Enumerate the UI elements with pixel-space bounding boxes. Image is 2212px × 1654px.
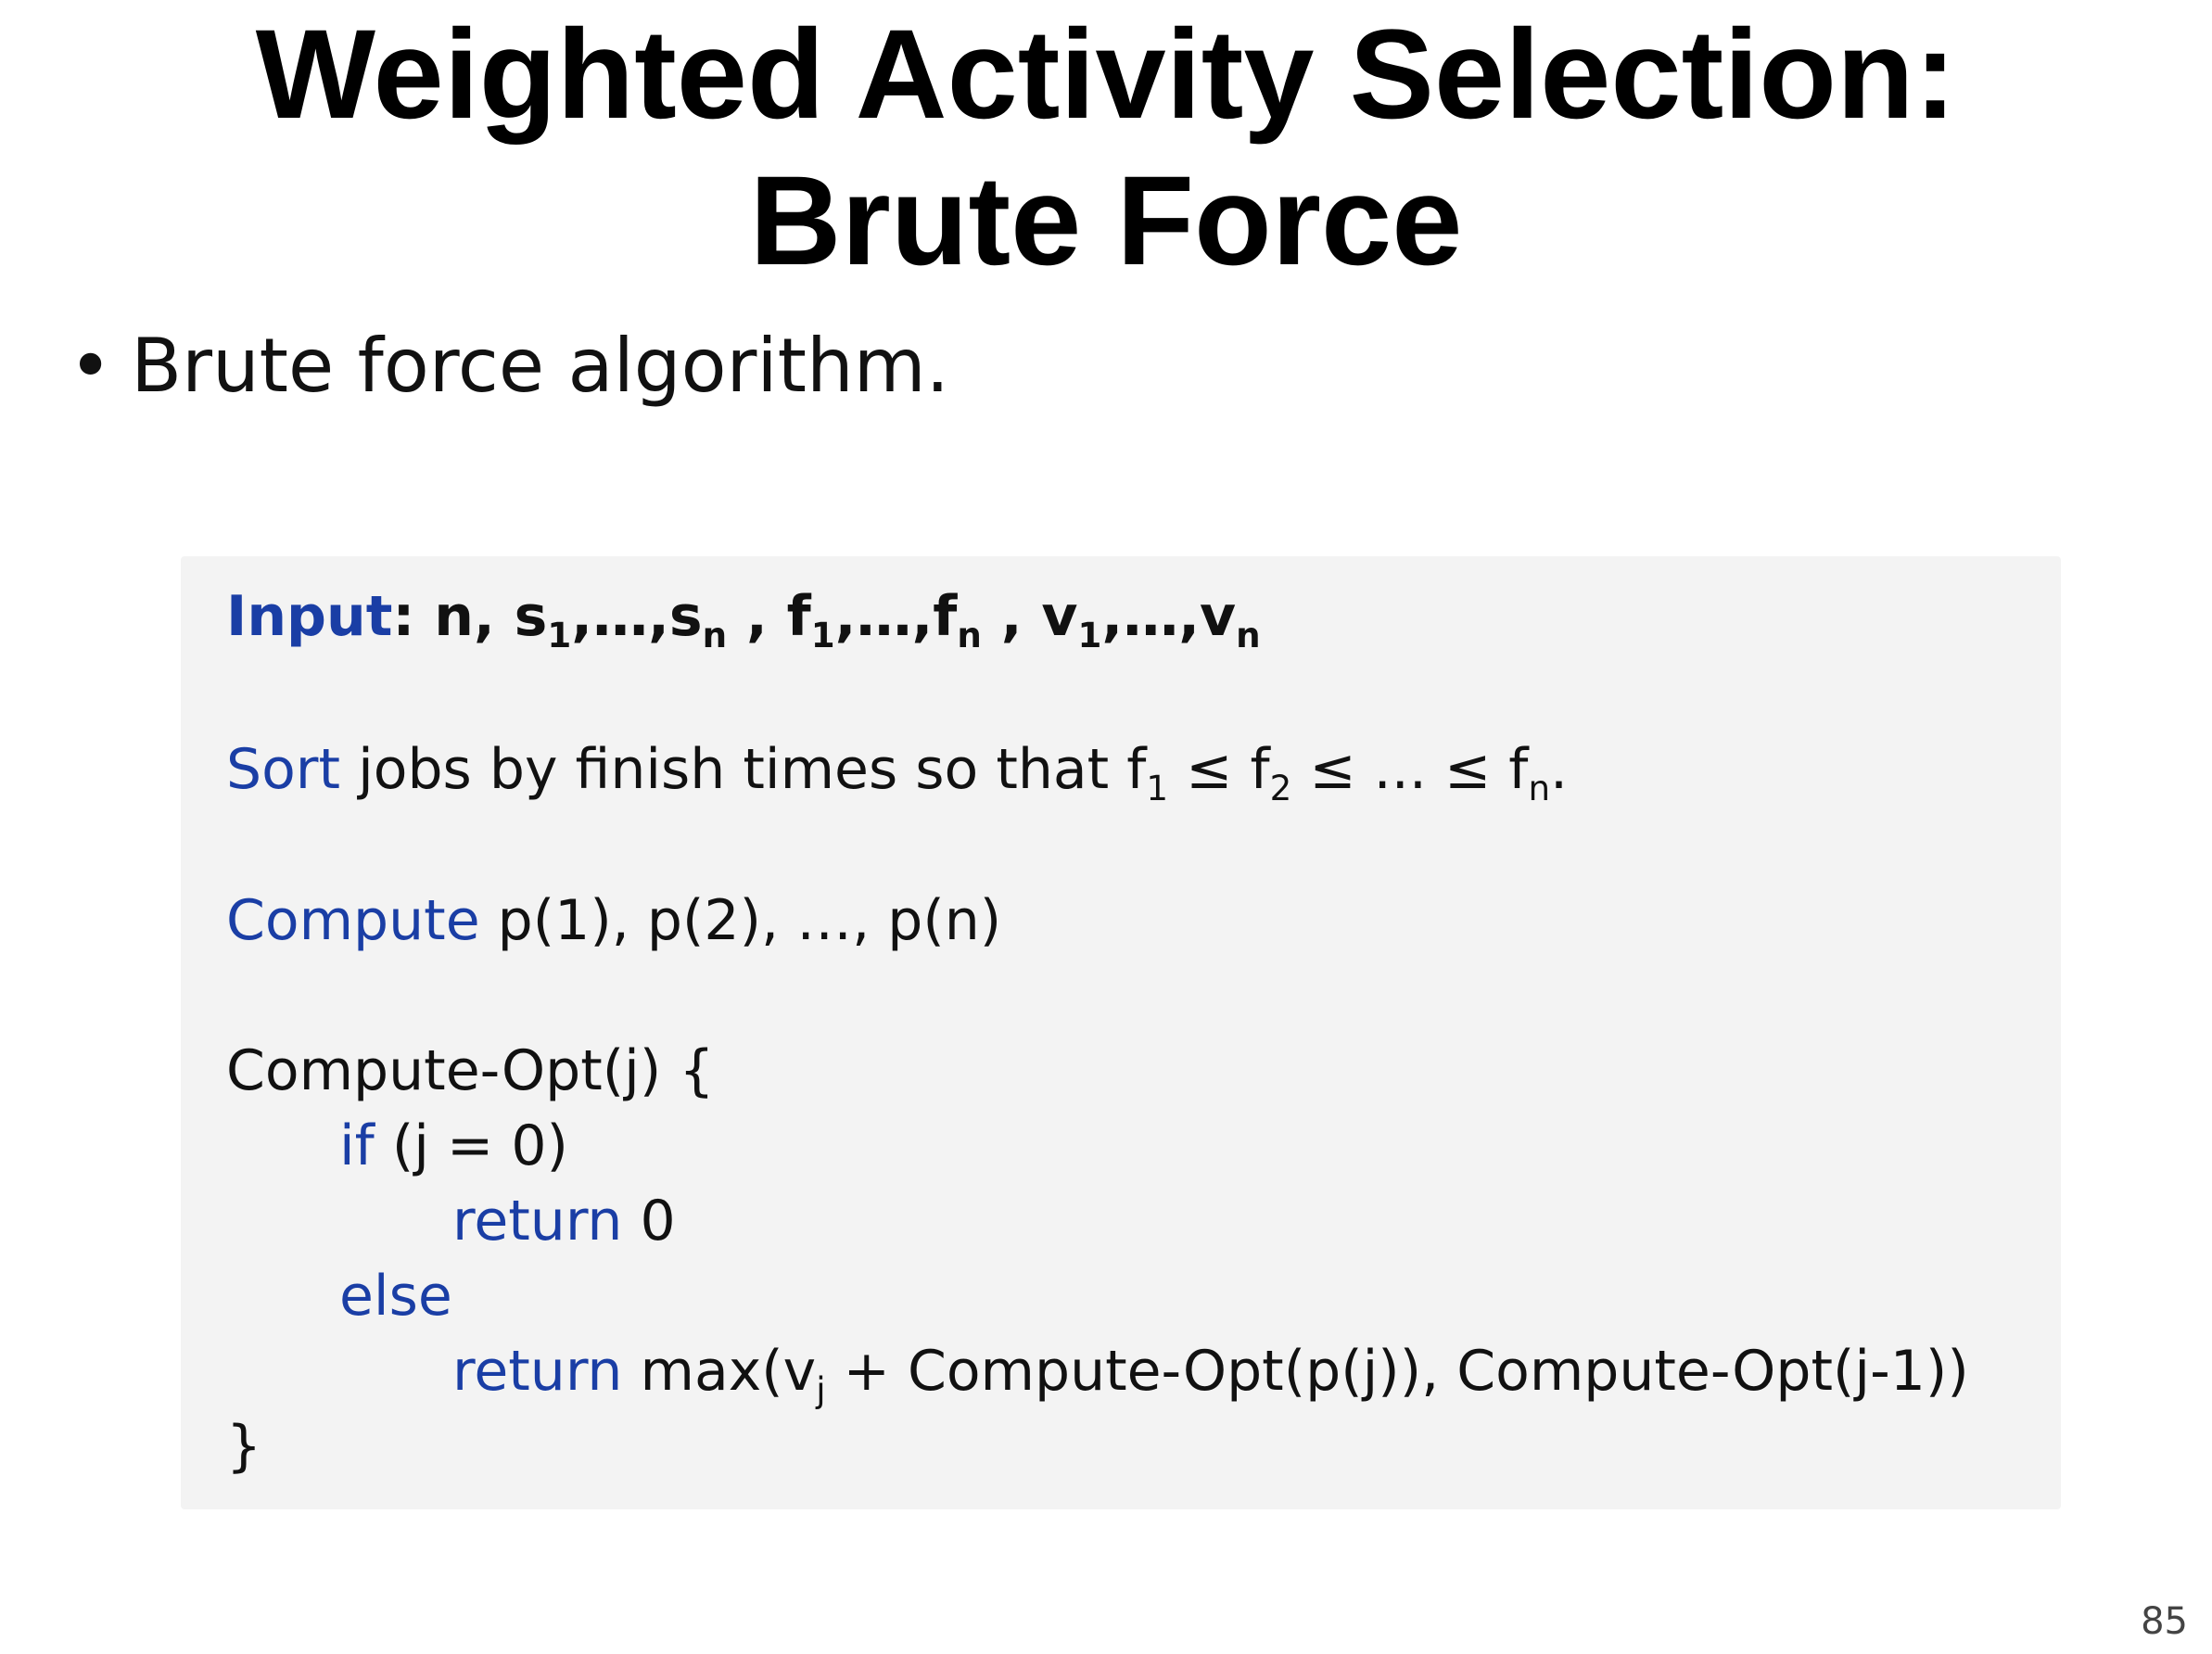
code-line-return-max: return max(vj + Compute-Opt(p(j)), Compu… [452, 1339, 1969, 1411]
code-line-if: if (j = 0) [339, 1113, 568, 1178]
keyword-sort: Sort [226, 737, 340, 802]
keyword-if: if [339, 1113, 375, 1178]
keyword-return-2: return [452, 1339, 623, 1404]
keyword-else: else [339, 1264, 452, 1329]
title-line-1: Weighted Activity Selection: [255, 4, 1957, 146]
bullet-text: Brute force algorithm. [131, 323, 950, 409]
code-line-return-zero: return 0 [452, 1189, 676, 1253]
code-line-input: Input: n, s1,…,sn , f1,…,fn , v1,…,vn [226, 584, 1261, 656]
keyword-return: return [452, 1189, 623, 1253]
bullet-item: • Brute force algorithm. [69, 320, 949, 413]
title-line-2: Brute Force [749, 150, 1463, 292]
code-line-sort: Sort jobs by finish times so that f1 ≤ f… [226, 737, 1569, 809]
code-line-close-brace: } [226, 1414, 262, 1479]
page-number: 85 [2141, 1600, 2188, 1643]
code-line-else: else [226, 1259, 452, 1333]
code-line-func-header: Compute-Opt(j) { [226, 1038, 715, 1103]
bullet-dot-icon: • [69, 323, 113, 409]
keyword-compute: Compute [226, 888, 480, 953]
slide-title: Weighted Activity Selection: Brute Force [0, 2, 2212, 295]
keyword-input: Input [226, 584, 393, 649]
code-line-compute: Compute p(1), p(2), …, p(n) [226, 888, 1002, 953]
pseudocode-box: Input: n, s1,…,sn , f1,…,fn , v1,…,vn So… [181, 556, 2061, 1509]
